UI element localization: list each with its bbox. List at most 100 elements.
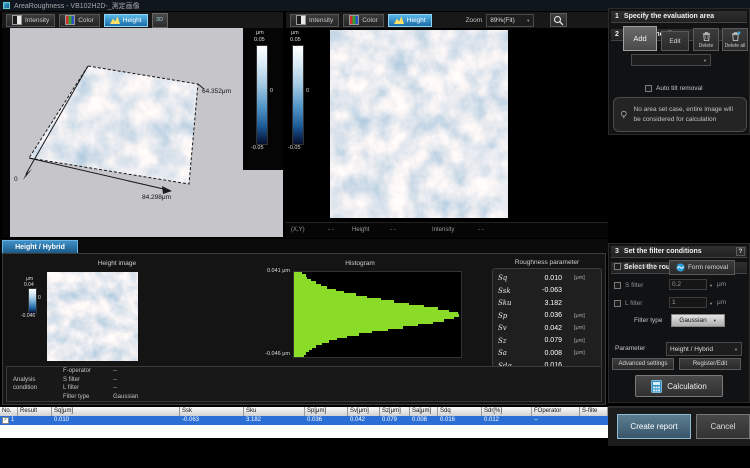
form-removal-icon: [676, 263, 685, 272]
add-area-button[interactable]: Add: [623, 26, 657, 51]
condition-row: L filter--: [7, 384, 407, 393]
axis-origin-label: 0: [14, 176, 18, 183]
parameter-value: 0.036: [524, 312, 562, 319]
s-filter-input[interactable]: [669, 279, 707, 290]
help-button[interactable]: ?: [736, 247, 745, 256]
view2d-color-button[interactable]: Color: [343, 14, 384, 27]
view3d-viewport[interactable]: 64.352μm 84.298μm 0 μm 0.05 0 -0.05: [2, 28, 283, 237]
chevron-down-icon: ▼: [703, 58, 707, 63]
button-label: Height: [407, 17, 426, 24]
delete-area-button[interactable]: Delete: [693, 28, 719, 51]
roughness-title: Roughness parameter: [492, 259, 602, 266]
table-cell: 0.036: [305, 416, 348, 425]
area-list-select[interactable]: ▼: [631, 54, 711, 66]
intensity-icon: [296, 15, 306, 25]
condition-row: Filter typeGaussian: [7, 393, 407, 402]
colorbar-min: -0.046: [21, 313, 35, 319]
condition-value: --: [113, 376, 193, 385]
table-header-cell[interactable]: Sv[μm]: [348, 407, 380, 416]
tab-height-hybrid[interactable]: Height / Hybrid: [2, 240, 78, 253]
trash-all-icon: [730, 31, 741, 42]
button-label: Intensity: [25, 17, 49, 24]
condition-row: F-operator--: [7, 367, 407, 376]
parameter-name: Sq: [498, 274, 524, 282]
f-operator-checkbox[interactable]: [614, 263, 621, 270]
form-removal-button[interactable]: Form removal: [669, 260, 735, 275]
status-height-value: - -: [390, 227, 396, 233]
l-filter-input[interactable]: [669, 297, 707, 308]
magnifier-button[interactable]: [550, 13, 567, 27]
view3d-intensity-button[interactable]: Intensity: [6, 14, 55, 27]
l-filter-checkbox[interactable]: [614, 300, 621, 307]
view2d-status-bar: (X,Y) - - Height - - Intensity - -: [286, 222, 608, 238]
zoom-label: Zoom: [466, 17, 483, 24]
table-header-cell[interactable]: Sdr[%]: [482, 407, 532, 416]
colorbar-max: 0.05: [254, 37, 265, 43]
row-checkbox[interactable]: ✓: [2, 417, 9, 424]
colorbar-gradient: [256, 45, 268, 145]
condition-key: L filter: [63, 384, 113, 393]
table-header-cell[interactable]: Sdq: [438, 407, 482, 416]
delete-all-areas-button[interactable]: Delete all: [722, 28, 748, 51]
parameter-name: Sp: [498, 312, 524, 320]
spinner-icon[interactable]: ▼: [709, 283, 713, 288]
hint-text: No area set case, entire image will be c…: [634, 105, 740, 125]
table-header-cell[interactable]: Result: [18, 407, 52, 416]
register-edit-button[interactable]: Register/Edit: [679, 358, 741, 370]
results-table-empty-area: [0, 425, 608, 438]
table-header-cell[interactable]: Sa[μm]: [410, 407, 438, 416]
table-header-cell[interactable]: No.: [0, 407, 18, 416]
cancel-button[interactable]: Cancel: [696, 414, 750, 439]
parameter-unit: [μm]: [574, 350, 585, 356]
view3d-height-button[interactable]: Height: [104, 14, 148, 27]
magnifier-icon: [553, 15, 564, 26]
histogram-max-label: 0.041 μm: [248, 268, 290, 274]
table-header-cell[interactable]: Sq[μm]: [52, 407, 180, 416]
evaluation-panel: 1 Specify the evaluation area Add Edit D…: [608, 8, 750, 135]
table-header-cell[interactable]: Sp[μm]: [305, 407, 348, 416]
button-label: Add: [633, 34, 646, 43]
step1-header: 1 Specify the evaluation area: [611, 11, 747, 23]
auto-tilt-checkbox[interactable]: [645, 85, 652, 92]
app-icon: [3, 2, 10, 9]
view2d-intensity-button[interactable]: Intensity: [290, 14, 339, 27]
status-xy-value: - -: [328, 227, 334, 233]
calculation-button[interactable]: Calculation: [635, 375, 723, 397]
view2d-height-button[interactable]: Height: [388, 14, 432, 27]
view2d-viewport[interactable]: μm 0.05 0 -0.05: [286, 28, 608, 222]
colorbar-max: 0.05: [290, 37, 301, 43]
analysis-condition-rows: F-operator--S filter--L filter--Filter t…: [7, 367, 407, 401]
create-report-button[interactable]: Create report: [617, 414, 691, 439]
table-header-cell[interactable]: Sku: [244, 407, 305, 416]
parameter-value: 0.079: [524, 337, 562, 344]
zoom-select[interactable]: 89%(Fit) ▼: [486, 14, 534, 27]
parameter-unit: [μm]: [574, 313, 585, 319]
view3d-color-button[interactable]: Color: [59, 14, 100, 27]
spinner-icon[interactable]: ▼: [709, 301, 713, 306]
table-cell: --: [532, 416, 580, 425]
window-title: AreaRoughness - VB102H2D-_測定画像: [14, 1, 140, 11]
view3d-3d-button[interactable]: 3D: [152, 13, 168, 28]
table-header-cell[interactable]: FOperator: [532, 407, 580, 416]
parameter-select[interactable]: Height / Hybrid ▼: [666, 342, 742, 356]
histogram-min-label: -0.046 μm: [242, 351, 290, 357]
edit-area-button[interactable]: Edit: [661, 31, 689, 51]
filter-type-value: Gaussian: [679, 317, 706, 324]
step3-header: 3 Set the filter conditions ?: [611, 246, 747, 258]
filter-type-select[interactable]: Gaussian ▼: [671, 314, 725, 327]
button-label: Register/Edit: [693, 361, 727, 367]
table-cell: 0.008: [410, 416, 438, 425]
table-header-cell[interactable]: S-filte: [580, 407, 608, 416]
roughness-row: Ssk-0.063: [493, 285, 601, 298]
table-header-cell[interactable]: Ssk: [180, 407, 244, 416]
colorbar-mid: 0: [306, 88, 309, 94]
color-icon: [65, 15, 75, 25]
auto-tilt-label: Auto tilt removal: [656, 85, 703, 92]
results-table-row[interactable]: ✓10.010-0.0633.1820.0360.0420.0790.0080.…: [0, 416, 608, 425]
l-filter-row: L filter: [614, 300, 642, 307]
table-header-cell[interactable]: Sz[μm]: [380, 407, 410, 416]
chevron-down-icon: ▼: [713, 318, 717, 323]
condition-key: Filter type: [63, 393, 113, 402]
s-filter-checkbox[interactable]: [614, 282, 621, 289]
advanced-settings-button[interactable]: Advanced settings: [612, 358, 674, 370]
